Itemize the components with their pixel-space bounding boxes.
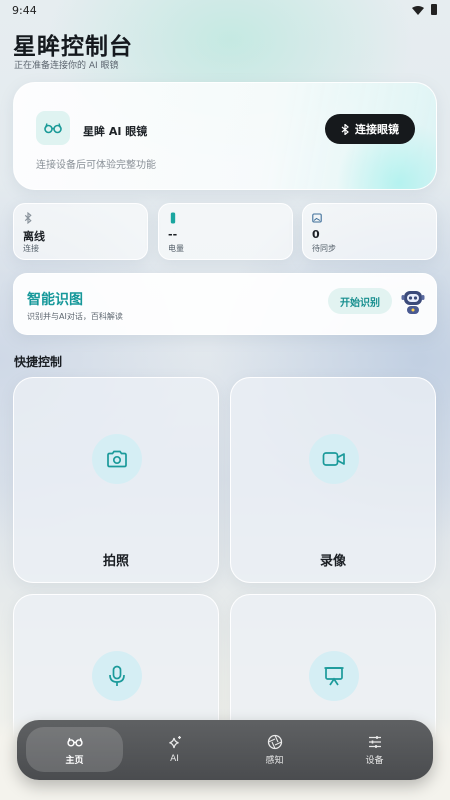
tile-label: 录像	[319, 554, 346, 569]
camera-icon	[92, 434, 142, 484]
nav-item-ai[interactable]: AI	[126, 727, 223, 772]
bluetooth-icon	[24, 212, 32, 224]
device-name: 星眸 AI 眼镜	[83, 125, 148, 138]
video-tile[interactable]: 录像	[230, 377, 436, 583]
battery-status-icon	[431, 4, 437, 15]
ai-card-title: 智能识图	[27, 292, 83, 308]
video-icon	[309, 434, 359, 484]
robot-icon	[401, 291, 425, 314]
battery-icon	[170, 212, 176, 224]
stat-value: 0	[312, 228, 320, 241]
connect-label: 连接眼镜	[355, 123, 399, 136]
start-recognition-button[interactable]: 开始识别	[328, 288, 392, 314]
stat-connection: 离线 连接	[13, 203, 148, 260]
nav-label: 主页	[65, 755, 84, 766]
microphone-icon	[92, 651, 142, 701]
nav-item-home[interactable]: 主页	[26, 727, 123, 772]
status-bar: 9:44	[0, 0, 450, 22]
stat-label: 待同步	[312, 244, 336, 253]
sparkle-icon	[168, 736, 181, 749]
stat-battery: -- 电量	[158, 203, 293, 260]
stat-label: 连接	[23, 244, 39, 253]
aperture-icon	[267, 734, 282, 749]
stat-value: 离线	[23, 230, 45, 243]
stat-value: --	[168, 228, 178, 241]
projector-icon	[309, 651, 359, 701]
page-subtitle: 正在准备连接你的 AI 眼镜	[14, 61, 119, 71]
quick-controls-title: 快捷控制	[14, 355, 63, 369]
device-card: 星眸 AI 眼镜 连接设备后可体验完整功能 连接眼镜	[13, 82, 437, 190]
sliders-icon	[368, 735, 381, 748]
photo-tile[interactable]: 拍照	[13, 377, 219, 583]
ai-card-description: 识别并与AI对话，百科解读	[27, 312, 123, 321]
image-icon	[312, 213, 322, 223]
nav-item-device[interactable]: 设备	[326, 727, 423, 772]
glasses-icon	[66, 737, 83, 747]
nav-item-perception[interactable]: 感知	[226, 727, 323, 772]
ai-recognition-card[interactable]: 智能识图 识别并与AI对话，百科解读 开始识别	[13, 273, 437, 335]
bluetooth-icon	[341, 123, 349, 135]
glasses-icon	[36, 111, 70, 145]
connect-glasses-button[interactable]: 连接眼镜	[325, 114, 415, 144]
nav-label: AI	[170, 754, 179, 764]
wifi-icon	[412, 6, 424, 15]
page-title: 星眸控制台	[13, 34, 133, 60]
stat-label: 电量	[168, 244, 184, 253]
nav-label: 感知	[265, 755, 284, 766]
stat-sync: 0 待同步	[302, 203, 437, 260]
status-time: 9:44	[12, 4, 37, 17]
bottom-navigation: 主页 AI 感知 设备	[17, 720, 433, 780]
nav-label: 设备	[365, 755, 384, 766]
tile-label: 拍照	[102, 554, 129, 569]
device-hint: 连接设备后可体验完整功能	[36, 160, 156, 171]
